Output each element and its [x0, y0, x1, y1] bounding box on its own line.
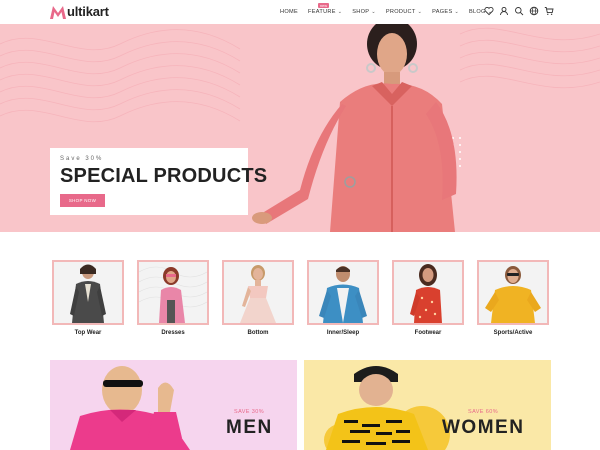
category-image: [139, 266, 207, 323]
nav-shop-label: SHOP: [352, 9, 370, 15]
nav-product-label: PRODUCT: [385, 9, 416, 15]
hero-model-image: [252, 24, 457, 232]
category-image: [319, 266, 367, 323]
nav-feature-label: FEATURE: [307, 9, 336, 15]
category-footwear[interactable]: Footwear: [392, 260, 464, 336]
logo-m-mark: [50, 6, 66, 19]
site-header: ultikart HOME new FEATURE ⌄ SHOP ⌄ PRODU…: [0, 0, 600, 24]
category-label: Inner/Sleep: [326, 330, 360, 336]
new-badge: new: [317, 3, 330, 8]
women-banner[interactable]: SAVE 60% WOMEN: [304, 360, 551, 450]
category-image: [410, 264, 442, 323]
category-sports-active[interactable]: Sports/Active: [477, 260, 549, 336]
nav-product[interactable]: PRODUCT ⌄: [386, 9, 422, 15]
nav-home[interactable]: HOME: [280, 9, 298, 15]
category-image-frame: [52, 260, 124, 325]
category-image-frame: [307, 260, 379, 325]
hero-banner: Save 30% SPECIAL PRODUCTS SHOP NOW: [0, 24, 600, 232]
category-bottom[interactable]: Bottom: [222, 260, 294, 336]
men-banner[interactable]: SAVE 30% MEN: [50, 360, 297, 450]
category-label: Footwear: [414, 330, 442, 336]
category-image: [485, 266, 541, 323]
category-image-frame: [477, 260, 549, 325]
main-nav: HOME new FEATURE ⌄ SHOP ⌄ PRODUCT ⌄ PAGE…: [280, 0, 502, 24]
hero-promo-card: Save 30% SPECIAL PRODUCTS SHOP NOW: [50, 148, 268, 215]
logo[interactable]: ultikart: [50, 4, 109, 20]
men-title: MEN: [226, 417, 273, 438]
category-image: [240, 265, 276, 323]
nav-feature[interactable]: new FEATURE ⌄: [307, 3, 343, 15]
user-icon[interactable]: [499, 6, 509, 16]
category-label: Bottom: [247, 330, 269, 336]
heart-icon[interactable]: [484, 6, 494, 16]
category-top-wear[interactable]: Top Wear: [52, 260, 124, 336]
category-image-frame: [222, 260, 294, 325]
logo-text: ultikart: [67, 4, 109, 19]
category-image-frame: [137, 260, 209, 325]
category-image-frame: [392, 260, 464, 325]
category-label: Sports/Active: [493, 330, 533, 336]
chevron-down-icon: ⌄: [337, 9, 343, 15]
nav-home-label: HOME: [280, 9, 298, 15]
chevron-down-icon: ⌄: [371, 9, 376, 15]
cart-icon[interactable]: [544, 6, 554, 16]
women-title: WOMEN: [442, 417, 525, 438]
nav-pages-label: PAGES: [432, 9, 453, 15]
category-image: [70, 264, 106, 323]
nav-shop[interactable]: SHOP ⌄: [352, 9, 376, 15]
nav-pages[interactable]: PAGES ⌄: [432, 9, 459, 15]
category-label: Dresses: [161, 330, 185, 336]
hero-subtitle: Save 30%: [60, 156, 104, 162]
globe-icon[interactable]: [529, 6, 539, 16]
category-dresses[interactable]: Dresses: [137, 260, 209, 336]
women-save-label: SAVE 60%: [468, 409, 499, 415]
category-label: Top Wear: [74, 330, 102, 336]
header-icon-group: [484, 6, 554, 16]
chevron-down-icon: ⌄: [454, 9, 459, 15]
hero-title: SPECIAL PRODUCTS: [60, 165, 268, 187]
chevron-down-icon: ⌄: [417, 9, 423, 15]
category-row: Top Wear Dresses Bottom Inner/Sleep Foot…: [52, 260, 552, 340]
men-save-label: SAVE 30%: [234, 409, 265, 415]
category-inner-sleep[interactable]: Inner/Sleep: [307, 260, 379, 336]
shop-now-button[interactable]: SHOP NOW: [60, 194, 105, 207]
search-icon[interactable]: [514, 6, 524, 16]
